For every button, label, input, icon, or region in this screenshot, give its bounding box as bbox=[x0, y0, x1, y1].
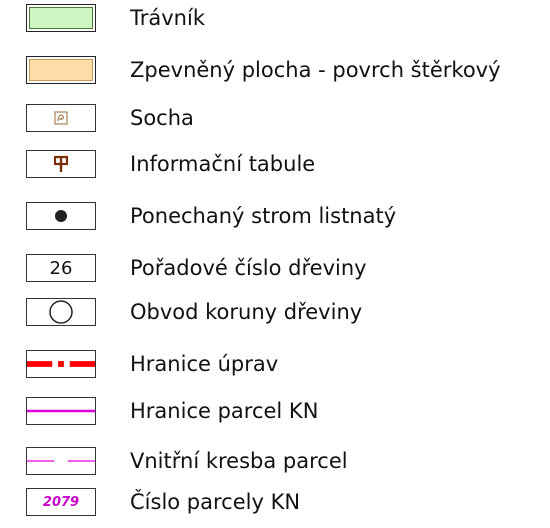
legend-label: Vnitřní kresba parcel bbox=[130, 449, 348, 473]
map-legend: Trávník Zpevněný plocha - povrch štěrkov… bbox=[0, 0, 550, 523]
crown-circle-icon bbox=[49, 300, 73, 324]
magenta-solid-line-icon bbox=[27, 409, 95, 413]
statue-swatch bbox=[26, 104, 96, 132]
parcel-number: 2079 bbox=[42, 494, 80, 510]
legend-row-parcel-number: 2079 Číslo parcely KN bbox=[0, 488, 550, 528]
tree-swatch bbox=[26, 202, 96, 230]
legend-row-parcel-boundary: Hranice parcel KN bbox=[0, 397, 550, 437]
parcel-number-swatch: 2079 bbox=[26, 488, 96, 516]
legend-label: Číslo parcely KN bbox=[130, 490, 301, 514]
legend-label: Trávník bbox=[130, 6, 205, 30]
info-board-icon bbox=[54, 155, 68, 172]
parcel-boundary-swatch bbox=[26, 397, 96, 425]
legend-label: Informační tabule bbox=[130, 152, 316, 176]
legend-label: Obvod koruny dřeviny bbox=[130, 300, 363, 324]
lawn-swatch bbox=[26, 4, 96, 32]
legend-label: Hranice úprav bbox=[130, 352, 279, 376]
legend-row-tree-number: 26 Pořadové číslo dřeviny bbox=[0, 254, 550, 294]
legend-row-tree: Ponechaný strom listnatý bbox=[0, 202, 550, 242]
edit-boundary-swatch bbox=[26, 350, 96, 378]
red-dash-dot-line-icon bbox=[27, 361, 95, 367]
legend-row-gravel: Zpevněný plocha - povrch štěrkový bbox=[0, 56, 550, 96]
legend-label: Ponechaný strom listnatý bbox=[130, 204, 397, 228]
tree-number: 26 bbox=[49, 257, 73, 279]
legend-label: Hranice parcel KN bbox=[130, 399, 319, 423]
legend-row-crown: Obvod koruny dřeviny bbox=[0, 298, 550, 338]
legend-label: Pořadové číslo dřeviny bbox=[130, 256, 367, 280]
legend-row-edit-boundary: Hranice úprav bbox=[0, 350, 550, 390]
magenta-dashed-line-icon bbox=[27, 460, 95, 462]
parcel-inner-swatch bbox=[26, 447, 96, 475]
legend-row-info-board: Informační tabule bbox=[0, 150, 550, 190]
crown-swatch bbox=[26, 298, 96, 326]
statue-icon bbox=[54, 111, 68, 125]
gravel-swatch bbox=[26, 56, 96, 84]
tree-number-swatch: 26 bbox=[26, 254, 96, 282]
legend-row-lawn: Trávník bbox=[0, 4, 550, 44]
tree-dot-icon bbox=[55, 210, 67, 222]
info-board-swatch bbox=[26, 150, 96, 178]
legend-label: Zpevněný plocha - povrch štěrkový bbox=[130, 58, 501, 82]
legend-row-parcel-inner: Vnitřní kresba parcel bbox=[0, 447, 550, 487]
legend-row-statue: Socha bbox=[0, 104, 550, 144]
legend-label: Socha bbox=[130, 106, 194, 130]
